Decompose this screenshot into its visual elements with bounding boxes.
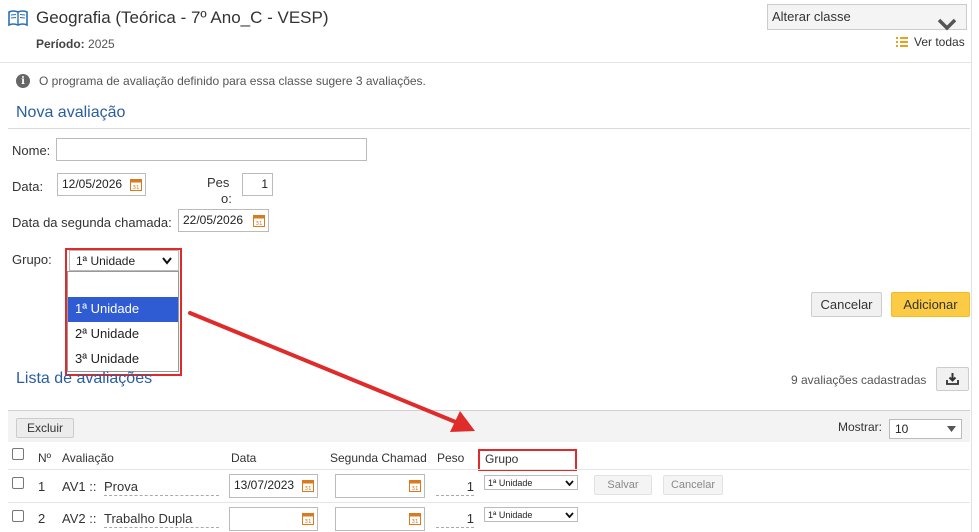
mostrar-select[interactable]: 10 bbox=[889, 419, 962, 439]
alterar-classe-select[interactable]: Alterar classe bbox=[767, 4, 967, 31]
row-name-editable[interactable]: Trabalho Dupla bbox=[104, 511, 219, 528]
nome-input[interactable] bbox=[56, 138, 367, 161]
row-code: AV1 :: bbox=[62, 479, 97, 494]
table-row: 1 AV1 :: Prova 13/07/2023 31 31 1 1ª Uni… bbox=[0, 470, 971, 502]
adicionar-button[interactable]: Adicionar bbox=[891, 292, 970, 317]
row-peso-editable[interactable]: 1 bbox=[436, 511, 474, 528]
excluir-button[interactable]: Excluir bbox=[16, 418, 74, 438]
lista-avaliacoes-title: Lista de avaliações bbox=[16, 370, 153, 387]
select-all-checkbox[interactable] bbox=[12, 448, 24, 460]
col-data[interactable]: Data bbox=[231, 451, 256, 465]
row-num: 2 bbox=[38, 511, 46, 526]
row-code: AV2 :: bbox=[62, 511, 97, 526]
row-peso-editable[interactable]: 1 bbox=[436, 479, 474, 496]
row-segunda-input[interactable]: 31 bbox=[335, 507, 425, 531]
cancelar-button[interactable]: Cancelar bbox=[811, 292, 882, 317]
segunda-chamada-value: 22/05/2026 bbox=[183, 213, 244, 227]
table-toolbar bbox=[8, 410, 970, 442]
divider bbox=[0, 62, 971, 63]
row-checkbox[interactable] bbox=[12, 477, 24, 489]
col-avaliacao[interactable]: Avaliação bbox=[62, 451, 114, 465]
data-value: 12/05/2026 bbox=[62, 177, 123, 191]
svg-text:31: 31 bbox=[305, 519, 312, 525]
chevron-down-icon bbox=[937, 18, 957, 31]
nova-avaliacao-title: Nova avaliação bbox=[16, 104, 126, 121]
row-num: 1 bbox=[38, 479, 46, 494]
right-border bbox=[971, 0, 972, 532]
chevron-down-icon bbox=[565, 479, 574, 486]
row-grupo-select[interactable]: 1ª Unidade bbox=[484, 507, 578, 522]
ver-todas-link[interactable]: Ver todas bbox=[896, 35, 965, 49]
col-num: Nº bbox=[38, 451, 52, 465]
mostrar-value: 10 bbox=[895, 422, 909, 436]
calendar-icon[interactable]: 31 bbox=[302, 479, 314, 492]
salvar-button[interactable]: Salvar bbox=[594, 475, 652, 495]
calendar-icon[interactable]: 31 bbox=[130, 178, 142, 191]
download-icon bbox=[946, 373, 959, 385]
mostrar-label: Mostrar: bbox=[838, 420, 883, 434]
grupo-label: Grupo: bbox=[12, 252, 52, 267]
triangle-down-icon bbox=[947, 426, 956, 432]
data-label: Data: bbox=[12, 179, 44, 194]
row-data-input[interactable]: 13/07/2023 31 bbox=[229, 474, 318, 498]
row-name-editable[interactable]: Prova bbox=[104, 479, 219, 496]
periodo-label: Período: bbox=[36, 37, 85, 51]
info-icon: i bbox=[16, 74, 30, 88]
calendar-icon[interactable]: 31 bbox=[409, 512, 421, 525]
svg-text:31: 31 bbox=[133, 185, 140, 191]
data-input[interactable]: 12/05/2026 31 bbox=[57, 173, 146, 196]
svg-text:31: 31 bbox=[305, 486, 312, 492]
divider bbox=[8, 128, 970, 129]
peso-label-line1: Pes bbox=[207, 175, 230, 190]
col-peso[interactable]: Peso bbox=[437, 451, 464, 465]
calendar-icon[interactable]: 31 bbox=[409, 479, 421, 492]
segunda-chamada-label: Data da segunda chamada: bbox=[12, 215, 172, 230]
peso-input[interactable]: 1 bbox=[242, 173, 273, 196]
row-segunda-input[interactable]: 31 bbox=[335, 474, 425, 498]
list-icon bbox=[896, 37, 908, 47]
segunda-chamada-input[interactable]: 22/05/2026 31 bbox=[178, 209, 269, 232]
alterar-classe-label: Alterar classe bbox=[772, 9, 851, 24]
nome-label: Nome: bbox=[12, 143, 51, 158]
row-grupo-value: 1ª Unidade bbox=[488, 477, 533, 488]
info-message: i O programa de avaliação definido para … bbox=[16, 74, 426, 88]
avaliacoes-count: 9 avaliações cadastradas bbox=[791, 373, 927, 387]
calendar-icon[interactable]: 31 bbox=[302, 512, 314, 525]
row-grupo-select[interactable]: 1ª Unidade bbox=[484, 475, 578, 490]
peso-label: Pes o: bbox=[207, 175, 232, 207]
row-checkbox[interactable] bbox=[12, 510, 24, 522]
annotation-box-dropdown bbox=[65, 248, 182, 376]
table-row: 2 AV2 :: Trabalho Dupla 31 31 1 1ª Unida… bbox=[0, 503, 971, 532]
info-text: O programa de avaliação definido para es… bbox=[39, 74, 426, 88]
chevron-down-icon bbox=[565, 511, 574, 518]
row-data-value: 13/07/2023 bbox=[234, 478, 295, 492]
book-icon bbox=[8, 10, 28, 27]
export-button[interactable] bbox=[936, 367, 969, 391]
col-segunda[interactable]: Segunda Chamad bbox=[330, 451, 427, 465]
row-grupo-value: 1ª Unidade bbox=[488, 509, 533, 520]
row-cancelar-button[interactable]: Cancelar bbox=[663, 475, 723, 495]
annotation-box-grupo bbox=[478, 449, 577, 471]
ver-todas-label: Ver todas bbox=[914, 35, 965, 49]
row-data-input[interactable]: 31 bbox=[229, 507, 318, 531]
periodo-value: 2025 bbox=[88, 37, 115, 51]
svg-text:31: 31 bbox=[412, 486, 419, 492]
peso-label-line2: o: bbox=[221, 191, 232, 206]
title-text: Geografia (Teórica - 7º Ano_C - VESP) bbox=[36, 8, 329, 27]
periodo: Período: 2025 bbox=[36, 37, 115, 51]
svg-text:31: 31 bbox=[412, 519, 419, 525]
calendar-icon[interactable]: 31 bbox=[253, 214, 265, 227]
svg-text:31: 31 bbox=[256, 221, 263, 227]
page-title: Geografia (Teórica - 7º Ano_C - VESP) bbox=[8, 8, 329, 28]
